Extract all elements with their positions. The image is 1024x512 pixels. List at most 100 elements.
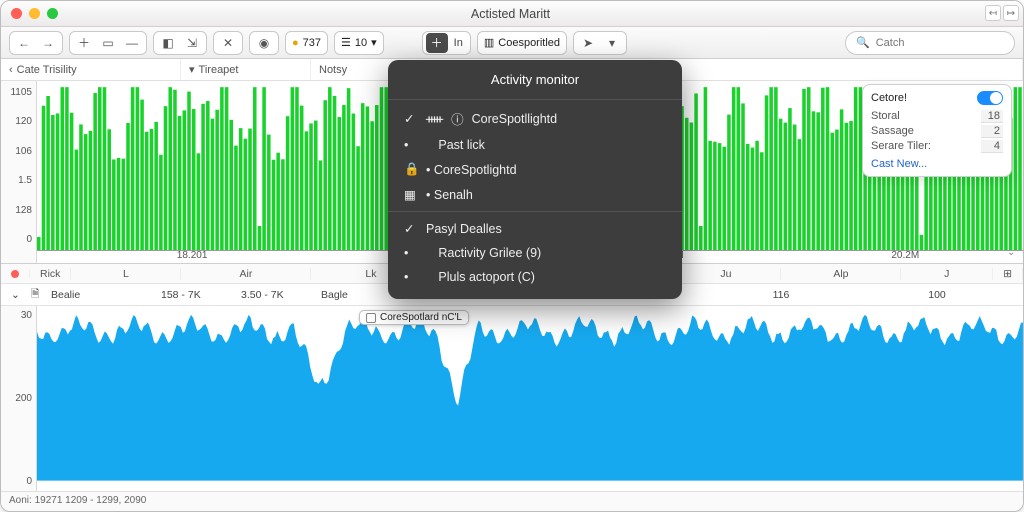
info-key: Serare Tiler: [871,140,931,153]
info-key: Storal [871,110,900,123]
nav2-group: ➤ ▾ [573,31,627,55]
record-icon[interactable]: ◉ [253,33,275,53]
columns-icon: ▥ [484,36,494,49]
column-3-label: Notsy [319,64,347,76]
close-icon[interactable]: ✕ [217,33,239,53]
step-pill[interactable]: ☰ 10 ▾ [334,31,384,55]
list-icon: ☰ [341,36,351,49]
minimize-window-button[interactable] [29,8,40,19]
search-field[interactable]: 🔍 [845,31,1015,55]
dropdown-item-label: Past lick [438,138,485,152]
ytick: 200 [15,393,32,404]
val: 158 - 7K [151,289,231,301]
info-link[interactable]: Cast New... [871,158,1003,170]
chevron-down-icon[interactable]: ⌄ [1,289,21,301]
close-window-button[interactable] [11,8,22,19]
dropdown-item-label: Pluls actoport (C) [438,270,535,284]
layout-icon[interactable]: ▭ [97,33,119,53]
val-label: Bagle [321,289,348,301]
dropdown-item[interactable]: ✓ ᚔ ⓘ CoreSpotllightd [388,104,682,133]
info-val: 18 [981,110,1003,123]
ytick: 0 [26,476,32,487]
dropdown-button[interactable]: ▾ [601,33,623,53]
xcat: Alp [781,268,901,280]
dropdown-item-label: Senalh [426,188,473,202]
export-icon[interactable]: ⇲ [181,33,203,53]
dropdown-item-label: CoreSpotlightd [426,163,517,177]
settings-icon[interactable]: ⊞ [993,268,1023,280]
val: 116 [711,289,851,301]
search-input[interactable] [876,37,1004,49]
lower-chart: CoreSpotlard nC'L [37,306,1023,491]
lower-yaxis: 30 200 0 [1,306,37,491]
column-1[interactable]: ‹ Cate Trisility [1,59,181,80]
segment-in[interactable]: In [450,37,467,49]
process-icon [366,313,376,323]
ytick: 1.5 [18,175,32,186]
chevron-down-icon[interactable]: ⌄ [1007,247,1019,259]
chevron-down-icon: ▾ [371,36,377,49]
dropdown-item[interactable]: ▦ Senalh [388,182,682,207]
prev-mini-button[interactable]: ↤ [985,5,1001,21]
back-button[interactable]: ← [13,33,35,53]
xcat: J [901,268,993,280]
coin-icon: ● [292,37,299,49]
dropdown-item[interactable]: 🔒CoreSpotlightd [388,157,682,182]
forward-button[interactable]: → [37,33,59,53]
window-controls [11,8,58,19]
info-box: Cetore! Storal18 Sassage2 Serare Tiler:4… [862,84,1012,177]
step-value: 10 [355,37,367,49]
xcat: Ju [671,268,781,280]
val: 100 [851,289,1023,301]
val: 3.50 - 7K [231,289,311,301]
next-button[interactable]: ➤ [577,33,599,53]
check-icon: ✓ [404,221,418,236]
counter-pill[interactable]: ● 737 [285,31,328,55]
doc-icon: 🗎 [21,286,41,304]
column-1-label: Cate Trisility [17,64,77,76]
info-icon: ⓘ [451,109,464,128]
dropdown-item[interactable]: ✓ Pasyl Dealles [388,216,682,241]
sidebar-icon[interactable]: ◧ [157,33,179,53]
toggle-switch[interactable] [977,91,1003,105]
xcat: L [71,268,181,280]
toolbar: ← → ＋ ▭ — ◧ ⇲ ✕ ◉ ● 737 ☰ 10 ▾ ＋ [1,27,1023,59]
dropdown-item-label: CoreSpotllightd [472,112,557,126]
segment-plus[interactable]: ＋ [426,33,448,53]
tooltip-label: CoreSpotlard nC'L [380,312,462,323]
tooltip-chip: CoreSpotlard nC'L [359,310,469,325]
footer-status: Aoni: 19271 1209 - 1299, 2090 [1,491,1023,511]
segment-coesported[interactable]: ▥ Coesporitled [477,31,567,55]
upper-yaxis: 1105 120 106 1.5 128 0 [1,81,37,263]
dropdown-item-label: Pasyl Dealles [426,222,502,236]
filter-icon: ᚔ [426,111,443,126]
segmented-control: ＋ In [422,31,471,55]
titlebar: Actisted Maritt [1,1,1023,27]
search-icon: 🔍 [856,36,870,49]
row-tab[interactable]: Rick [30,268,71,280]
view-group: ＋ ▭ — [69,31,147,55]
xcat: Air [181,268,311,280]
ytick: 30 [21,310,32,321]
nav-group: ← → [9,31,63,55]
dropdown-item[interactable]: Ractivity Grilee (9) [388,241,682,265]
val: Bealie [41,289,151,301]
grid-icon: ▦ [404,187,418,202]
next-mini-button[interactable]: ↦ [1003,5,1019,21]
info-val: 4 [981,140,1003,153]
zoom-window-button[interactable] [47,8,58,19]
minus-button[interactable]: — [121,33,143,53]
mini-buttons: ↤ ↦ [985,5,1019,21]
activity-dropdown[interactable]: Activity monitor ✓ ᚔ ⓘ CoreSpotllightd P… [388,60,682,299]
dropdown-item[interactable]: Past lick [388,133,682,157]
column-2[interactable]: ▾ Tireapet [181,59,311,80]
add-button[interactable]: ＋ [73,33,95,53]
column-2-label: Tireapet [199,64,239,76]
dropdown-item-label: Ractivity Grilee (9) [438,246,541,260]
ytick: 120 [15,116,32,127]
dropdown-item[interactable]: Pluls actoport (C) [388,265,682,289]
info-key: Sassage [871,125,914,138]
window-title: Actisted Maritt [58,7,963,21]
dropdown-title: Activity monitor [388,66,682,95]
info-header: Cetore! [871,92,907,104]
